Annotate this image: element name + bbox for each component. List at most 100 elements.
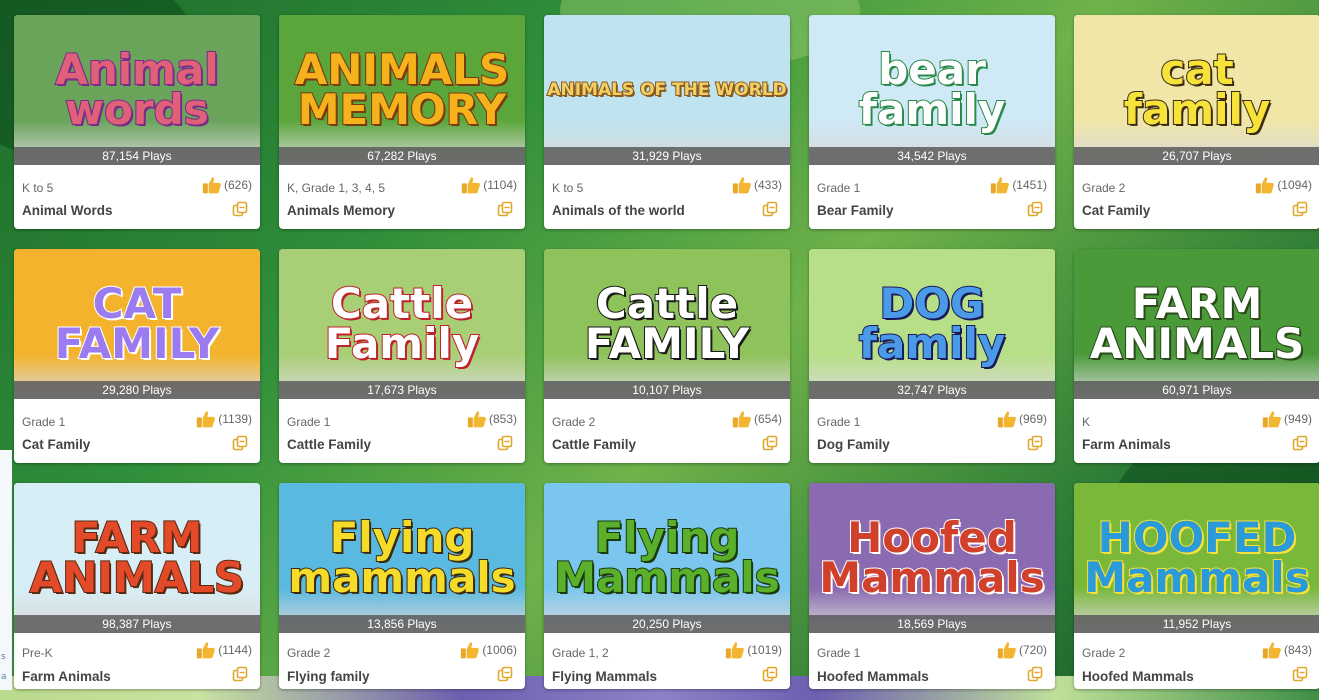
game-logo-line: FAMILY bbox=[54, 319, 220, 368]
game-title[interactable]: Hoofed Mammals bbox=[1082, 669, 1194, 684]
game-thumbnail[interactable]: CAT FAMILY bbox=[14, 249, 260, 399]
game-title[interactable]: Flying family bbox=[287, 669, 370, 684]
game-thumbnail[interactable]: FARM ANIMALS bbox=[14, 483, 260, 633]
game-thumbnail[interactable]: Flying mammals bbox=[279, 483, 525, 633]
game-title[interactable]: Cattle Family bbox=[287, 437, 371, 452]
game-logo-line: Mammals bbox=[1083, 553, 1310, 602]
grade-level: Grade 1 bbox=[817, 415, 861, 429]
copy-icon[interactable] bbox=[232, 666, 248, 682]
game-thumbnail[interactable]: Cattle Family bbox=[279, 249, 525, 399]
game-thumbnail[interactable]: HOOFED Mammals bbox=[1074, 483, 1319, 633]
like-button[interactable]: (626) bbox=[202, 175, 252, 195]
like-count: (853) bbox=[488, 412, 517, 426]
like-button[interactable]: (853) bbox=[467, 409, 517, 429]
game-logo-line: ANIMALS OF THE WORLD bbox=[546, 79, 787, 100]
like-count: (1094) bbox=[1277, 178, 1312, 192]
copy-icon[interactable] bbox=[762, 435, 778, 451]
game-thumbnail[interactable]: bear family bbox=[809, 15, 1055, 165]
side-text: a bbox=[1, 672, 7, 682]
like-button[interactable]: (1139) bbox=[196, 409, 252, 429]
like-button[interactable]: (1144) bbox=[196, 640, 252, 660]
like-button[interactable]: (1451) bbox=[990, 175, 1047, 195]
copy-icon[interactable] bbox=[762, 201, 778, 217]
like-count: (969) bbox=[1018, 412, 1047, 426]
game-card[interactable]: Flying Mammals 20,250 Plays Grade 1, 2 (1… bbox=[544, 483, 790, 689]
game-card[interactable]: Cattle FAMILY 10,107 Plays Grade 2 (654) … bbox=[544, 249, 790, 463]
game-card[interactable]: cat family 26,707 Plays Grade 2 (1094) Ca… bbox=[1074, 15, 1319, 229]
game-title[interactable]: Farm Animals bbox=[22, 669, 111, 684]
game-title[interactable]: Cattle Family bbox=[552, 437, 636, 452]
copy-icon[interactable] bbox=[497, 666, 513, 682]
copy-icon[interactable] bbox=[1292, 435, 1308, 451]
game-title[interactable]: Flying Mammals bbox=[552, 669, 657, 684]
like-count: (1139) bbox=[218, 412, 252, 426]
game-card[interactable]: Hoofed Mammals 18,569 Plays Grade 1 (720)… bbox=[809, 483, 1055, 689]
copy-icon[interactable] bbox=[1292, 666, 1308, 682]
game-title[interactable]: Hoofed Mammals bbox=[817, 669, 929, 684]
like-count: (654) bbox=[753, 412, 782, 426]
like-button[interactable]: (433) bbox=[732, 175, 782, 195]
like-count: (1451) bbox=[1012, 178, 1047, 192]
game-title[interactable]: Animals Memory bbox=[287, 203, 395, 218]
play-count: 13,856 Plays bbox=[279, 615, 525, 633]
copy-icon[interactable] bbox=[497, 201, 513, 217]
copy-icon[interactable] bbox=[1027, 666, 1043, 682]
game-card[interactable]: ANIMALS OF THE WORLD 31,929 Plays K to 5… bbox=[544, 15, 790, 229]
game-title[interactable]: Bear Family bbox=[817, 203, 894, 218]
like-button[interactable]: (949) bbox=[1262, 409, 1312, 429]
like-button[interactable]: (654) bbox=[732, 409, 782, 429]
game-logo-line: ANIMALS bbox=[29, 553, 246, 602]
game-thumbnail[interactable]: cat family bbox=[1074, 15, 1319, 165]
game-thumbnail[interactable]: Flying Mammals bbox=[544, 483, 790, 633]
copy-icon[interactable] bbox=[497, 435, 513, 451]
game-thumbnail[interactable]: Hoofed Mammals bbox=[809, 483, 1055, 633]
game-card[interactable]: bear family 34,542 Plays Grade 1 (1451) B… bbox=[809, 15, 1055, 229]
game-logo: Cattle FAMILY bbox=[584, 282, 750, 366]
game-card[interactable]: Animal words 87,154 Plays K to 5 (626) An… bbox=[14, 15, 260, 229]
copy-icon[interactable] bbox=[1027, 201, 1043, 217]
game-thumbnail[interactable]: Animal words bbox=[14, 15, 260, 165]
game-card[interactable]: Cattle Family 17,673 Plays Grade 1 (853) … bbox=[279, 249, 525, 463]
game-title[interactable]: Cat Family bbox=[1082, 203, 1150, 218]
game-logo: FARM ANIMALS bbox=[1089, 282, 1306, 366]
thumbs-up-icon bbox=[1262, 411, 1281, 428]
like-button[interactable]: (720) bbox=[997, 640, 1047, 660]
like-button[interactable]: (843) bbox=[1262, 640, 1312, 660]
grade-level: Grade 2 bbox=[1082, 181, 1126, 195]
like-button[interactable]: (1006) bbox=[460, 640, 517, 660]
thumbs-up-icon bbox=[467, 411, 486, 428]
like-count: (1104) bbox=[483, 178, 517, 192]
game-thumbnail[interactable]: ANIMALS MEMORY bbox=[279, 15, 525, 165]
game-card[interactable]: CAT FAMILY 29,280 Plays Grade 1 (1139) Ca… bbox=[14, 249, 260, 463]
copy-icon[interactable] bbox=[1027, 435, 1043, 451]
like-button[interactable]: (969) bbox=[997, 409, 1047, 429]
like-button[interactable]: (1094) bbox=[1255, 175, 1312, 195]
game-title[interactable]: Cat Family bbox=[22, 437, 90, 452]
copy-icon[interactable] bbox=[232, 201, 248, 217]
game-card[interactable]: FARM ANIMALS 98,387 Plays Pre-K (1144) Fa… bbox=[14, 483, 260, 689]
game-card[interactable]: FARM ANIMALS 60,971 Plays K (949) Farm An… bbox=[1074, 249, 1319, 463]
game-thumbnail[interactable]: DOG family bbox=[809, 249, 1055, 399]
game-card[interactable]: ANIMALS MEMORY 67,282 Plays K, Grade 1, 3… bbox=[279, 15, 525, 229]
game-thumbnail[interactable]: Cattle FAMILY bbox=[544, 249, 790, 399]
game-thumbnail[interactable]: ANIMALS OF THE WORLD bbox=[544, 15, 790, 165]
game-logo: Animal words bbox=[54, 48, 219, 132]
copy-icon[interactable] bbox=[762, 666, 778, 682]
grade-level: Grade 2 bbox=[1082, 646, 1126, 660]
game-card[interactable]: DOG family 32,747 Plays Grade 1 (969) Dog… bbox=[809, 249, 1055, 463]
copy-icon[interactable] bbox=[232, 435, 248, 451]
game-title[interactable]: Animals of the world bbox=[552, 203, 685, 218]
game-card[interactable]: Flying mammals 13,856 Plays Grade 2 (1006… bbox=[279, 483, 525, 689]
game-title[interactable]: Farm Animals bbox=[1082, 437, 1171, 452]
like-button[interactable]: (1104) bbox=[461, 175, 517, 195]
game-thumbnail[interactable]: FARM ANIMALS bbox=[1074, 249, 1319, 399]
game-logo-line: Family bbox=[324, 319, 481, 368]
game-card[interactable]: HOOFED Mammals 11,952 Plays Grade 2 (843)… bbox=[1074, 483, 1319, 689]
copy-icon[interactable] bbox=[1292, 201, 1308, 217]
like-button[interactable]: (1019) bbox=[725, 640, 782, 660]
thumbs-up-icon bbox=[1262, 642, 1281, 659]
game-title[interactable]: Dog Family bbox=[817, 437, 890, 452]
thumbs-up-icon bbox=[461, 642, 480, 659]
grade-level: Grade 1 bbox=[817, 181, 861, 195]
game-title[interactable]: Animal Words bbox=[22, 203, 113, 218]
